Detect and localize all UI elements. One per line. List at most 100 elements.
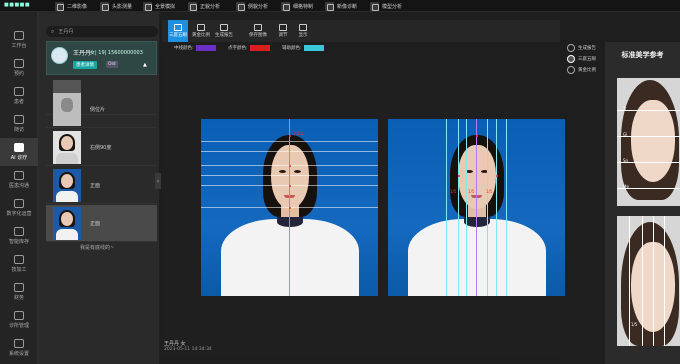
- thumbnail-image: [53, 130, 81, 164]
- status-badge: Old: [106, 61, 118, 68]
- toolbar-image-diagnosis[interactable]: 新像诊断: [325, 0, 357, 12]
- ref-label: 1/5: [631, 322, 638, 327]
- landmark-point: [289, 165, 291, 167]
- photo-caption-name: 王丹丹 女: [164, 341, 186, 347]
- menu-golden-ratio[interactable]: 黄金比例: [567, 66, 596, 74]
- landmark-point: [496, 175, 498, 177]
- reference-title: 标准美学参考: [621, 51, 664, 59]
- thumbnail-item[interactable]: 正面: [46, 167, 157, 204]
- search-box[interactable]: ⌕ 王丹丹: [46, 26, 158, 37]
- nav-item-clinic[interactable]: 诊所管理: [0, 306, 38, 334]
- top-toolbar: ■■■■■ 二维影像 头影测量 全景模拟 正貌分析 侧貌分析 细格特制 新像诊断…: [0, 0, 680, 12]
- thumbnail-item[interactable]: 右侧90度: [46, 129, 157, 166]
- landmark-point: [476, 135, 478, 137]
- landmark-point: [289, 185, 291, 187]
- guide-line: [664, 216, 665, 346]
- calendar-icon: [14, 59, 24, 68]
- nav-item-followup[interactable]: 随访: [0, 110, 38, 138]
- guide-line: [487, 119, 488, 296]
- left-navigation: 工作台 预约 患者 随访 AI 诊疗 医患沟通 数字化运营 智能库存 技加工 财…: [0, 12, 38, 364]
- photo-eye: [294, 170, 301, 173]
- photo-body: [221, 219, 359, 296]
- toolbar-profile-analysis[interactable]: 侧貌分析: [236, 0, 268, 12]
- patient-detail-button[interactable]: 患者详情: [73, 61, 97, 69]
- aux-color-swatch[interactable]: [304, 45, 324, 51]
- ref-label: Tr: [623, 106, 627, 111]
- report-icon: [220, 24, 228, 31]
- photo-three-courts[interactable]: 1:1:1: [201, 119, 378, 296]
- save-icon: [254, 24, 262, 31]
- tool-generate-report[interactable]: 生成报告: [214, 20, 234, 42]
- nav-item-patients[interactable]: 患者: [0, 82, 38, 110]
- ratio-icon: [567, 66, 575, 74]
- thumbnail-item[interactable]: 正面: [46, 205, 157, 242]
- eye-icon: [299, 24, 307, 31]
- menu-three-five[interactable]: 三庭五眼: [567, 55, 596, 63]
- box-icon: [14, 227, 24, 236]
- landmark-point: [289, 135, 291, 137]
- ratio-label: 1/5: [468, 189, 475, 194]
- nav-item-system[interactable]: 系统设置: [0, 336, 38, 360]
- reference-image-front: Tr Gl Sn Me: [617, 78, 680, 206]
- toolbar-cephalometry[interactable]: 头影测量: [100, 0, 132, 12]
- wallet-icon: [14, 283, 24, 292]
- nav-item-finance[interactable]: 财务: [0, 278, 38, 306]
- nav-item-lab[interactable]: 技加工: [0, 250, 38, 278]
- tool-golden-ratio[interactable]: 黄金比例: [191, 20, 211, 42]
- chevron-left-icon: ‹: [156, 177, 160, 185]
- tool-three-five[interactable]: 三庭五眼: [168, 20, 188, 42]
- midline: [476, 119, 477, 296]
- guide-line: [653, 216, 654, 346]
- report-icon: [567, 44, 575, 52]
- thumbnail-image: [53, 92, 81, 126]
- monitor-icon: [14, 199, 24, 208]
- grid-icon: [281, 1, 290, 11]
- search-input[interactable]: 王丹丹: [58, 28, 73, 35]
- nav-item-ai-diagnosis[interactable]: AI 诊疗: [0, 138, 38, 166]
- teeth-icon: [143, 1, 152, 11]
- point-color-swatch[interactable]: [250, 45, 270, 51]
- menu-generate-report[interactable]: 生成报告: [567, 44, 596, 52]
- nav-item-digital-ops[interactable]: 数字化运营: [0, 194, 38, 222]
- phone-icon: [14, 115, 24, 124]
- photo-caption-date: 2023-05-11 14:34:34: [164, 347, 212, 352]
- tool-save-image[interactable]: 保存图像: [248, 20, 268, 42]
- toolbar-frontal-analysis[interactable]: 正貌分析: [188, 0, 220, 12]
- list-end-text: 我是有底线的~: [80, 245, 115, 251]
- midline-color-swatch[interactable]: [196, 45, 216, 51]
- ref-label: Sn: [623, 158, 629, 163]
- nav-item-communication[interactable]: 医患沟通: [0, 166, 38, 194]
- grid-icon: [174, 24, 182, 31]
- tool-display[interactable]: 显示: [293, 20, 313, 42]
- photo-face: [458, 145, 496, 209]
- reference-image-eyes: 1/5: [617, 216, 680, 346]
- face-icon: [188, 1, 197, 11]
- nav-item-appointment[interactable]: 预约: [0, 54, 38, 82]
- avatar: [51, 47, 68, 64]
- skull-icon: [100, 1, 109, 11]
- app-logo: ■■■■■: [4, 2, 31, 8]
- guide-line: [446, 119, 447, 296]
- model-icon: [370, 1, 379, 11]
- toolbar-panorama[interactable]: 全景模拟: [143, 0, 175, 12]
- landmark-point: [289, 207, 291, 209]
- nav-item-inventory[interactable]: 智能库存: [0, 222, 38, 250]
- photo-five-eyes[interactable]: 1/5 1/5 1/5: [388, 119, 565, 296]
- diagnosis-icon: [325, 1, 334, 11]
- thumbnail-item[interactable]: 侧位片: [46, 91, 157, 128]
- toolbar-detail[interactable]: 细格特制: [281, 0, 313, 12]
- nav-item-workbench[interactable]: 工作台: [0, 26, 38, 54]
- photo-eye: [279, 170, 286, 173]
- gear-icon: [14, 339, 24, 348]
- desk-icon: [14, 31, 24, 40]
- thumbnail-image: [53, 168, 81, 202]
- patient-info: 女| 19| 15600000003: [90, 50, 143, 56]
- tool-adjust[interactable]: 调节: [273, 20, 293, 42]
- ref-label: Gl: [623, 132, 628, 137]
- chevron-up-icon[interactable]: ▲: [143, 62, 147, 68]
- adjust-icon: [279, 24, 287, 31]
- collapse-panel-button[interactable]: ‹: [155, 173, 161, 189]
- toolbar-2d-image[interactable]: 二维影像: [55, 0, 87, 12]
- toolbar-model-analysis[interactable]: 模型分析: [370, 0, 402, 12]
- midline-color-label: 中线颜色:: [174, 46, 194, 51]
